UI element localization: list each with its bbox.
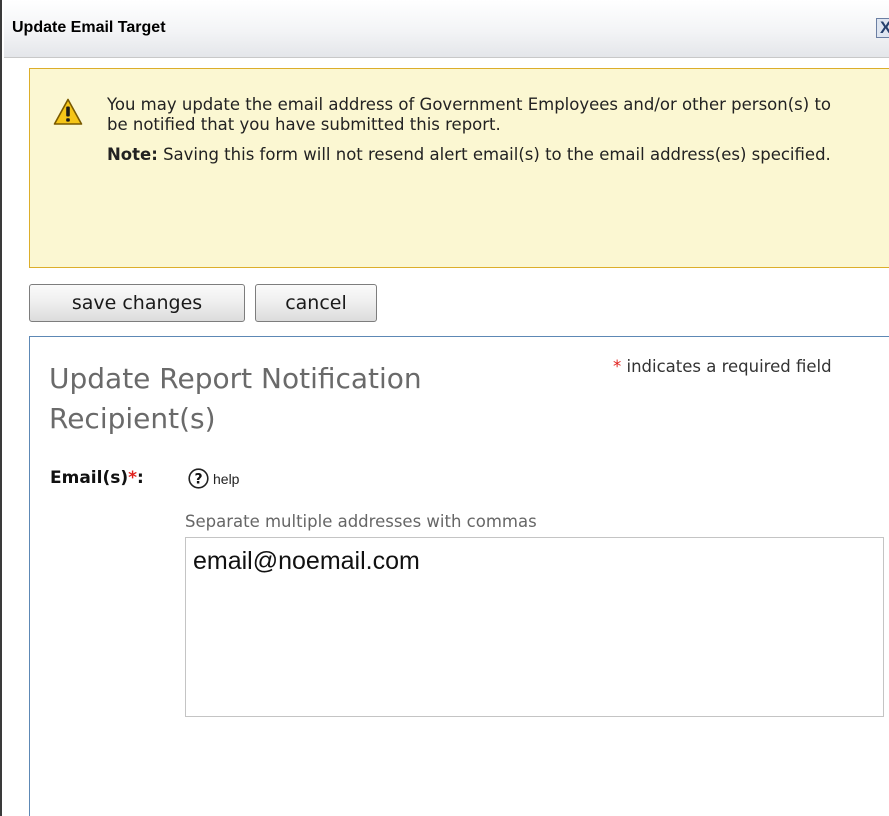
email-hint: Separate multiple addresses with commas bbox=[185, 512, 537, 531]
form-title: Update Report Notification Recipient(s) bbox=[49, 362, 422, 435]
help-link[interactable]: help bbox=[213, 471, 239, 487]
cancel-button[interactable]: cancel bbox=[255, 284, 377, 322]
email-label-colon: : bbox=[137, 468, 144, 488]
close-button[interactable]: X bbox=[876, 18, 889, 38]
info-alert-box: You may update the email address of Gove… bbox=[29, 68, 889, 268]
required-star: * bbox=[613, 357, 622, 376]
required-field-legend: * indicates a required field bbox=[613, 357, 832, 376]
notification-form-panel: * indicates a required field Update Repo… bbox=[29, 336, 889, 816]
email-label-text: Email(s) bbox=[50, 468, 129, 488]
save-changes-button[interactable]: save changes bbox=[29, 284, 245, 322]
help-icon[interactable]: ? bbox=[188, 468, 209, 489]
required-note-text: indicates a required field bbox=[621, 357, 832, 376]
dialog-title: Update Email Target bbox=[12, 19, 166, 36]
email-input[interactable]: email@noemail.com bbox=[185, 537, 884, 717]
alert-message: You may update the email address of Gove… bbox=[107, 95, 832, 134]
alert-text: You may update the email address of Gove… bbox=[107, 95, 837, 165]
update-email-target-dialog: Update Email Target X You may update the… bbox=[0, 0, 889, 816]
svg-text:?: ? bbox=[194, 472, 202, 488]
warning-icon bbox=[53, 98, 83, 125]
close-icon[interactable]: X bbox=[880, 19, 889, 37]
email-field-label: Email(s)*: bbox=[50, 468, 144, 488]
email-required-star: * bbox=[128, 468, 138, 488]
alert-note-label: Note: bbox=[107, 145, 158, 164]
alert-note: Note: Saving this form will not resend a… bbox=[107, 145, 837, 165]
alert-note-text: Saving this form will not resend alert e… bbox=[157, 145, 831, 164]
dialog-titlebar: Update Email Target X bbox=[4, 0, 889, 58]
